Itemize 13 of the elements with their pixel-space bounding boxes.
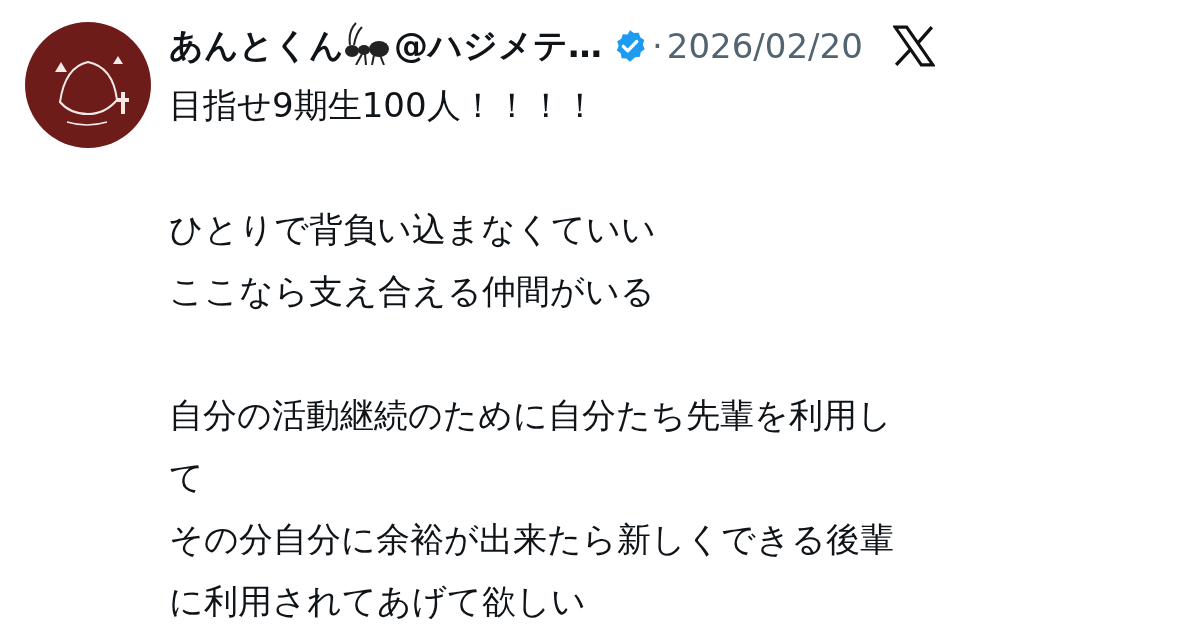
ant-icon <box>344 21 392 65</box>
user-handle[interactable]: @ハジメテ… <box>394 23 602 69</box>
separator-dot: · <box>652 26 663 66</box>
post-text-line: 自分の活動継続のために自分たち先輩を利用し <box>169 395 892 435</box>
post-text-line: ここなら支え合える仲間がいる <box>169 271 655 311</box>
post-text-line: て <box>169 457 204 497</box>
post-date[interactable]: 2026/02/20 <box>666 26 863 66</box>
post-text-line: に利用されてあげて欲しい <box>169 581 586 621</box>
post-text-line: ひとりで背負い込まなくていい <box>169 209 656 249</box>
display-name[interactable]: あんとくん <box>169 23 344 69</box>
post-text-line: その分自分に余裕が出来たら新しくできる後輩 <box>169 519 894 559</box>
x-logo-icon[interactable] <box>892 25 935 67</box>
post-text-line: 目指せ9期生100人！！！！ <box>169 85 597 125</box>
